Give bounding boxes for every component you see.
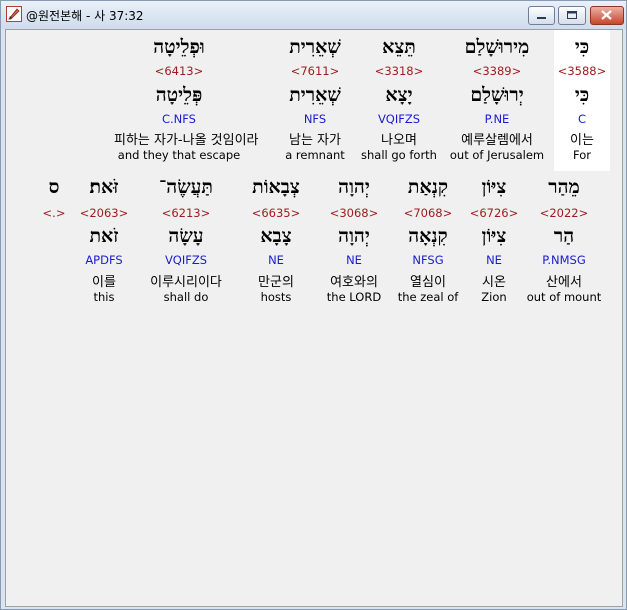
strong-number[interactable]: <7611> (250, 64, 380, 78)
hebrew-word: ס (48, 176, 60, 198)
window-title: @원전본해 - 사 37:32 (26, 9, 144, 23)
korean-translation: 이를 (92, 275, 116, 290)
hebrew-word: שְׁאֵרִית (289, 36, 341, 58)
interlinear-view[interactable]: כִּי <3588> כִּי C 이는 For מִירוּשָׁלַם <… (5, 29, 623, 607)
title-bar[interactable]: @원전본해 - 사 37:32 (1, 1, 626, 29)
english-translation: and they that escape (117, 148, 241, 162)
parsing-code: APDFS (85, 253, 123, 267)
pen-icon (6, 6, 22, 22)
app-window: @원전본해 - 사 37:32 כִּי <3588> כִּי C 이는 Fo… (0, 0, 627, 610)
english-translation: a remnant (285, 148, 345, 162)
close-icon (601, 10, 612, 20)
strong-number[interactable]: <.> (0, 206, 119, 220)
lemma: שְׁאֵרִית (289, 84, 341, 106)
lemma: זֹאת (89, 225, 119, 247)
korean-translation: 피하는 자가-나올 것임이라 (114, 133, 259, 148)
maximize-button[interactable] (558, 6, 586, 25)
parsing-code: C.NFS (161, 112, 196, 126)
english-translation: this (93, 290, 115, 304)
close-button[interactable] (590, 6, 624, 25)
strong-number[interactable]: <6413> (114, 64, 244, 78)
maximize-icon (567, 11, 577, 19)
hebrew-word: וּפְלֵיטָה (153, 36, 205, 58)
parsing-code: NFS (303, 112, 327, 126)
minimize-button[interactable] (528, 6, 555, 25)
korean-translation: 남는 자가 (289, 133, 341, 148)
minimize-icon (537, 17, 546, 19)
lemma: פְּלֵיטָה (155, 84, 203, 106)
